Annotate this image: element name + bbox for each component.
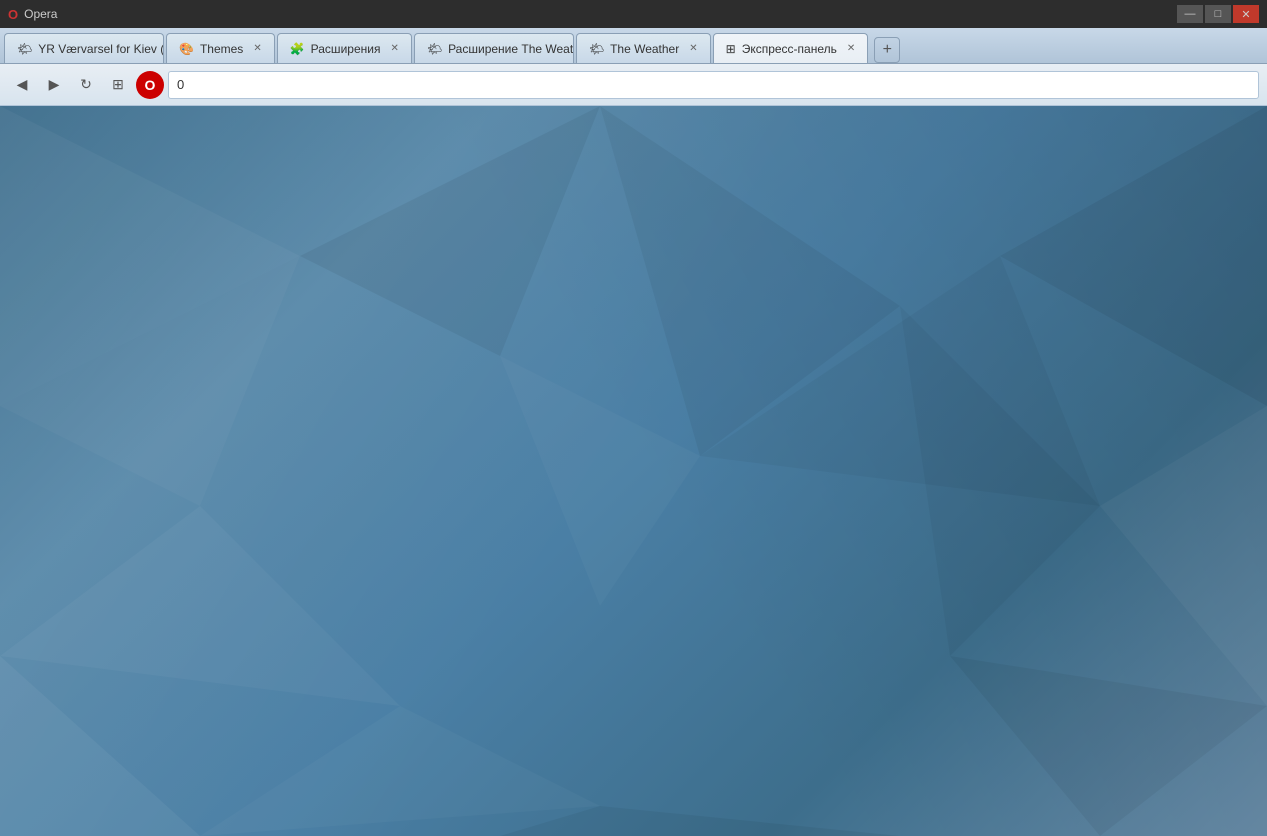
tab-themes[interactable]: 🎨 Themes ✕ xyxy=(166,33,275,63)
window-title: Opera xyxy=(24,7,57,21)
minimize-button[interactable]: — xyxy=(1177,5,1203,23)
tab-icon-express: ⊞ xyxy=(726,42,736,56)
tab-bar: 🌤 YR Værvarsel for Kiev (Ukrai... ✕ 🎨 Th… xyxy=(0,28,1267,64)
close-button[interactable]: ✕ xyxy=(1233,5,1259,23)
address-bar[interactable] xyxy=(168,71,1259,99)
tab-the-weather[interactable]: 🌤 The Weather ✕ xyxy=(576,33,711,63)
tab-label-yr: YR Værvarsel for Kiev (Ukrai... xyxy=(38,42,164,56)
forward-button[interactable]: ▶ xyxy=(40,71,68,99)
tab-extensions[interactable]: 🧩 Расширения ✕ xyxy=(277,33,412,63)
tab-weather-ext[interactable]: 🌤 Расширение The Weath... ✕ xyxy=(414,33,574,63)
grid-button[interactable]: ⊞ xyxy=(104,71,132,99)
tab-express[interactable]: ⊞ Экспресс-панель ✕ xyxy=(713,33,869,63)
title-bar-left: O Opera xyxy=(8,7,57,22)
back-button[interactable]: ◀ xyxy=(8,71,36,99)
tab-label-express: Экспресс-панель xyxy=(742,42,837,56)
opera-icon: O xyxy=(8,7,18,22)
tab-icon-ext: 🧩 xyxy=(290,42,305,56)
tab-label-ext: Расширения xyxy=(311,42,381,56)
tab-label-wext: Расширение The Weath... xyxy=(448,42,574,56)
tab-close-ext[interactable]: ✕ xyxy=(390,43,398,54)
tab-yr-weather[interactable]: 🌤 YR Værvarsel for Kiev (Ukrai... ✕ xyxy=(4,33,164,63)
new-tab-button[interactable]: + xyxy=(874,37,900,63)
tab-icon-yr: 🌤 xyxy=(17,42,32,56)
tab-icon-wext: 🌤 xyxy=(427,42,442,56)
nav-bar: ◀ ▶ ↻ ⊞ O xyxy=(0,64,1267,106)
maximize-button[interactable]: □ xyxy=(1205,5,1231,23)
tab-close-themes[interactable]: ✕ xyxy=(253,43,261,54)
tab-icon-themes: 🎨 xyxy=(179,42,194,56)
tab-label-weather: The Weather xyxy=(610,42,679,56)
reload-button[interactable]: ↻ xyxy=(72,71,100,99)
main-content: ⊞ Экспресс-панель ♥ Копилка ◉ Рекомендац… xyxy=(0,106,1267,836)
title-bar-controls: — □ ✕ xyxy=(1177,5,1259,23)
tab-close-weather[interactable]: ✕ xyxy=(689,43,697,54)
polygon-background xyxy=(0,106,1267,836)
title-bar: O Opera — □ ✕ xyxy=(0,0,1267,28)
tab-icon-weather: 🌤 xyxy=(589,42,604,56)
tab-label-themes: Themes xyxy=(200,42,243,56)
tab-close-express[interactable]: ✕ xyxy=(847,43,855,54)
opera-logo: O xyxy=(136,71,164,99)
